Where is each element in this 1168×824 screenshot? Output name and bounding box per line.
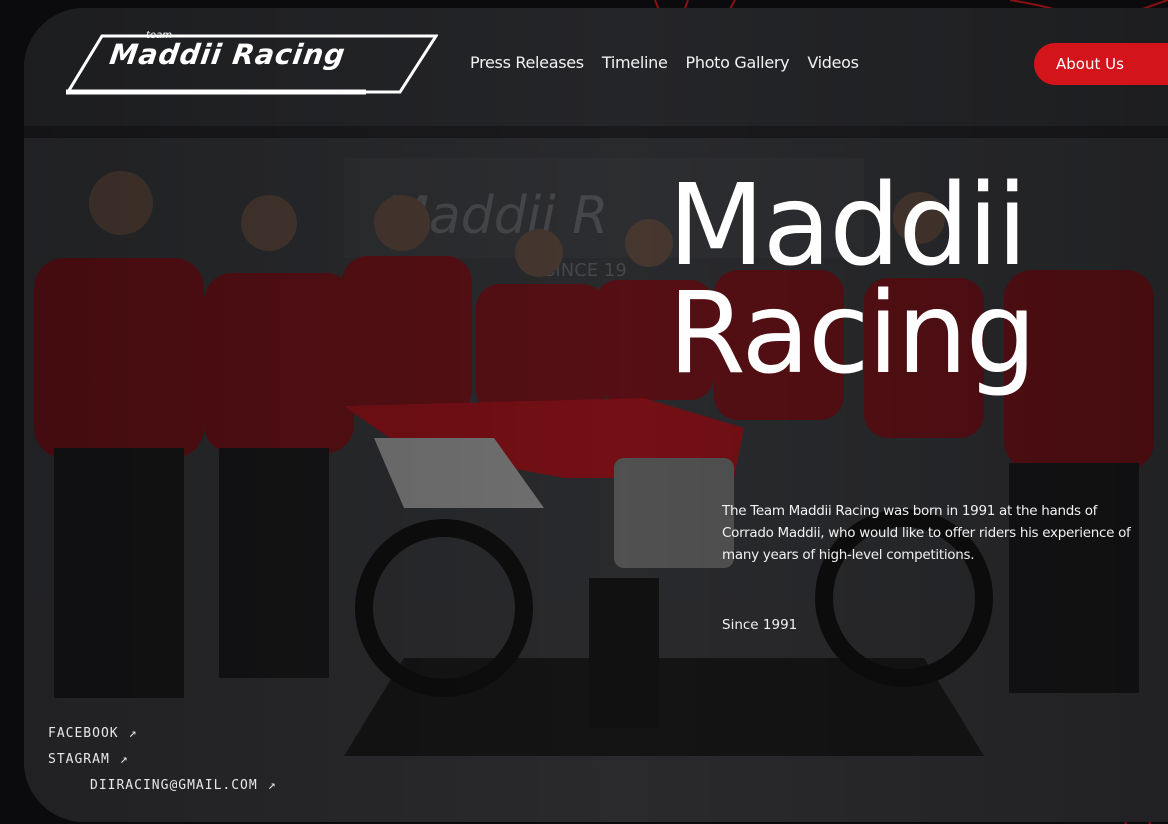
since-label: Since 1991 xyxy=(722,617,798,633)
nav-press-releases[interactable]: Press Releases xyxy=(470,53,584,72)
hero-title-line1: Maddii xyxy=(668,161,1028,291)
email-link[interactable]: DIIRACING@GMAIL.COM ↗ xyxy=(90,778,277,793)
nav-videos[interactable]: Videos xyxy=(807,53,859,72)
hero-title: Maddii Racing xyxy=(668,161,1168,399)
hero-card: Maddii R SINCE 19 xyxy=(24,8,1168,822)
instagram-link[interactable]: STAGRAM ↗ xyxy=(48,752,129,767)
main-nav: Press Releases Timeline Photo Gallery Vi… xyxy=(470,53,877,72)
arrow-up-right-icon: ↗ xyxy=(119,752,129,767)
hero-photo: Maddii R SINCE 19 xyxy=(24,8,1168,822)
email-label: DIIRACING@GMAIL.COM xyxy=(90,778,258,793)
logo-wordmark: Maddii Racing xyxy=(107,38,348,71)
arrow-up-right-icon: ↗ xyxy=(267,778,277,793)
facebook-label: FACEBOOK xyxy=(48,726,119,741)
about-us-button[interactable]: About Us xyxy=(1034,43,1168,85)
facebook-link[interactable]: FACEBOOK ↗ xyxy=(48,726,137,741)
hero-title-line2: Racing xyxy=(668,269,1037,399)
nav-timeline[interactable]: Timeline xyxy=(602,53,668,72)
page: Maddii R SINCE 19 team Maddii Racing Pre… xyxy=(0,0,1168,824)
instagram-label: STAGRAM xyxy=(48,752,110,767)
nav-photo-gallery[interactable]: Photo Gallery xyxy=(686,53,790,72)
arrow-up-right-icon: ↗ xyxy=(128,726,138,741)
hero-description: The Team Maddii Racing was born in 1991 … xyxy=(722,503,1131,563)
